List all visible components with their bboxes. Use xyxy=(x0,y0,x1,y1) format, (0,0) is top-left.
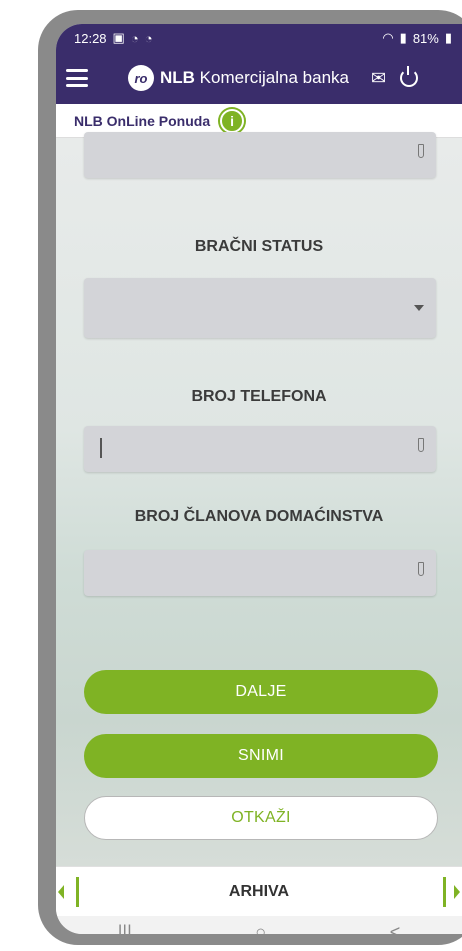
info-icon[interactable]: i xyxy=(220,108,245,133)
pencil-icon xyxy=(418,562,424,576)
page-title: NLB OnLine Ponuda xyxy=(74,112,211,129)
phone-input[interactable] xyxy=(84,426,436,472)
app-header: ro NLB Komercijalna banka ✉ xyxy=(56,52,462,104)
mail-icon[interactable]: ✉ xyxy=(371,68,386,89)
bottom-nav: ARHIVA xyxy=(56,866,462,916)
home-icon[interactable]: ○ xyxy=(255,922,266,934)
form-content: BRAČNI STATUS BROJ TELEFONA BROJ ČLANOVA… xyxy=(56,132,462,866)
phone-label: BROJ TELEFONA xyxy=(191,388,327,405)
save-button[interactable]: SNIMI xyxy=(84,734,438,778)
battery-icon: ▮ xyxy=(444,30,452,45)
app-screen: 12:28 ▣ ◔ ◔ ◠ ▮ 81% ▮ ro NLB Komercijaln… xyxy=(56,24,462,934)
logout-icon[interactable] xyxy=(400,66,419,87)
household-members-label: BROJ ČLANOVA DOMAĆINSTVA xyxy=(134,508,384,525)
brand-name: NLB Komercijalna banka xyxy=(160,68,349,87)
back-icon[interactable]: < xyxy=(390,922,401,934)
battery-percent: 81% xyxy=(412,30,439,46)
status-bar: 12:28 ▣ ◔ ◔ ◠ ▮ 81% ▮ xyxy=(56,24,462,52)
system-nav-bar: ||| ○ < xyxy=(56,916,462,934)
recents-icon[interactable]: ||| xyxy=(118,922,132,934)
bank-logo-icon: ro xyxy=(128,65,154,91)
divider xyxy=(443,877,446,907)
archive-tab[interactable]: ARHIVA xyxy=(229,883,289,901)
hamburger-menu-icon[interactable] xyxy=(66,69,88,87)
next-button[interactable]: DALJE xyxy=(84,670,438,714)
pencil-icon xyxy=(418,144,424,158)
notification-icon: ◔ xyxy=(130,30,139,46)
gallery-icon: ▣ xyxy=(112,30,125,45)
text-cursor xyxy=(100,438,102,458)
divider xyxy=(76,877,79,907)
arrow-left-icon[interactable] xyxy=(58,885,64,899)
marital-status-label: BRAČNI STATUS xyxy=(194,238,324,255)
household-members-input[interactable] xyxy=(84,550,436,596)
previous-field[interactable] xyxy=(84,132,436,178)
status-time: 12:28 xyxy=(74,30,107,46)
notification-icon: ◔ xyxy=(144,30,153,46)
cancel-button[interactable]: OTKAŽI xyxy=(84,796,438,840)
wifi-icon: ◠ xyxy=(382,30,394,45)
signal-icon: ▮ xyxy=(399,30,407,45)
chevron-down-icon xyxy=(414,305,424,311)
pencil-icon xyxy=(418,438,424,452)
marital-status-select[interactable] xyxy=(84,278,436,338)
arrow-right-icon[interactable] xyxy=(454,885,460,899)
